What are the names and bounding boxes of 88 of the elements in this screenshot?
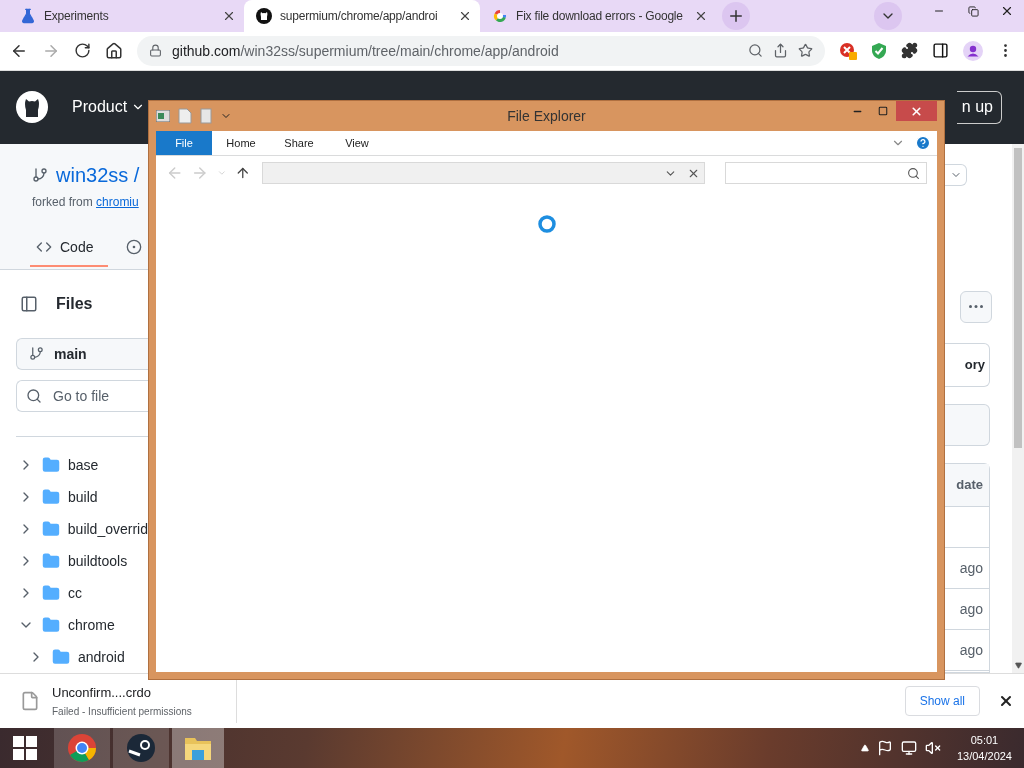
plus-icon [727, 7, 745, 25]
scroll-down-icon[interactable] [1014, 661, 1022, 669]
search-field[interactable] [724, 162, 927, 184]
share-icon[interactable] [773, 43, 788, 59]
column-header: date [945, 463, 989, 507]
sign-up-button[interactable]: n up [957, 90, 1002, 124]
address-bar[interactable]: github.com/win32ss/supermium/tree/main/chrome/app/android [137, 35, 825, 66]
branch-button[interactable]: main [16, 337, 148, 370]
browser-tab[interactable]: supermium/chrome/app/androi [244, 0, 480, 32]
extensions-icon[interactable] [901, 42, 918, 60]
folder-icon [52, 647, 70, 666]
folder-name[interactable]: base [68, 456, 99, 473]
flask-icon [20, 8, 36, 24]
search-icon[interactable] [748, 43, 763, 59]
more-icon [969, 305, 983, 308]
scrollbar[interactable] [1012, 143, 1024, 673]
search-icon [26, 387, 42, 404]
folder-icon [42, 583, 60, 602]
clock[interactable]: 05:01 13/04/2024 [956, 732, 1012, 764]
repo-title[interactable]: win32ss / [56, 163, 140, 187]
fork-icon [32, 167, 48, 183]
search-field[interactable]: Go to file [16, 379, 148, 412]
muted-speaker-icon[interactable] [924, 740, 941, 756]
folder-icon [42, 615, 60, 634]
ribbon-tab[interactable]: File [156, 131, 212, 155]
folder-name[interactable]: buildtools [68, 552, 128, 569]
ribbon-tab[interactable]: Home [212, 131, 270, 155]
folder-name[interactable]: build_overrid [67, 520, 148, 537]
browser-taskbar-icon[interactable] [54, 728, 110, 768]
tab-search-button[interactable] [874, 2, 902, 30]
side-panel-icon[interactable] [932, 42, 949, 60]
folder-name[interactable]: build [68, 488, 98, 505]
steam-taskbar-icon[interactable] [113, 728, 169, 768]
browser-tab[interactable]: Experiments [8, 0, 244, 32]
loading-spinner-icon [536, 214, 557, 234]
new-tab-button[interactable] [722, 2, 750, 30]
folder-icon [42, 487, 60, 506]
windows-logo-icon [13, 736, 37, 760]
restore-icon [967, 5, 979, 17]
folder-icon [42, 455, 60, 474]
browser-logo-icon [67, 733, 97, 763]
code-tab[interactable]: Code [30, 238, 108, 267]
folder-icon [41, 519, 60, 538]
download-name[interactable]: Unconfirm....crdo [52, 684, 192, 700]
close-icon[interactable] [694, 9, 708, 23]
close-icon [910, 104, 923, 118]
cat-logo-icon[interactable] [16, 91, 48, 123]
star-icon[interactable] [798, 43, 813, 59]
window-app-icon[interactable] [156, 110, 170, 122]
cat-logo-icon [256, 8, 272, 24]
search-icon [907, 166, 920, 180]
g-logo-icon [492, 8, 508, 24]
download-status: Failed - Insufficient permissions [52, 705, 192, 717]
forked-from-text: forked from chromiu [32, 194, 140, 209]
branch-icon [29, 346, 44, 362]
shield-icon[interactable] [871, 41, 887, 60]
folder-icon [42, 551, 60, 570]
empty-box [945, 403, 990, 446]
flag-icon[interactable] [876, 740, 893, 756]
product-menu[interactable]: Product [72, 98, 146, 116]
show-all-button[interactable]: Show all [904, 685, 980, 716]
url-text: github.com/win32ss/supermium/tree/main/chrome/app/android [172, 42, 560, 59]
lock-icon[interactable] [149, 44, 162, 58]
chromium-link[interactable]: chromiu [96, 194, 139, 209]
folder-name[interactable]: android [78, 648, 125, 665]
show-hidden-icons-icon[interactable] [860, 744, 869, 752]
extension-icon[interactable] [839, 41, 857, 60]
home-icon[interactable] [105, 41, 123, 60]
help-icon[interactable] [915, 135, 931, 151]
folder-name[interactable]: cc [68, 584, 82, 601]
maximize-icon [878, 106, 888, 116]
files-title: Files [56, 294, 93, 313]
reload-icon[interactable] [74, 42, 91, 60]
close-icon [1000, 4, 1014, 18]
close-icon[interactable] [222, 9, 236, 23]
network-icon[interactable] [900, 740, 917, 756]
address-field[interactable] [262, 162, 705, 184]
browser-tab[interactable]: Fix file download errors - Google [480, 0, 716, 32]
ribbon-tab[interactable]: Share [270, 131, 328, 155]
profile-avatar[interactable] [963, 40, 983, 61]
folder-name[interactable]: chrome [68, 616, 115, 633]
steam-logo-icon [126, 733, 156, 763]
file-icon [20, 690, 40, 711]
issue-icon[interactable] [126, 238, 142, 255]
close-icon[interactable] [458, 9, 472, 23]
side-panel-icon[interactable] [20, 294, 38, 313]
ribbon-tab[interactable]: View [328, 131, 386, 155]
window-title: File Explorer [507, 108, 586, 124]
